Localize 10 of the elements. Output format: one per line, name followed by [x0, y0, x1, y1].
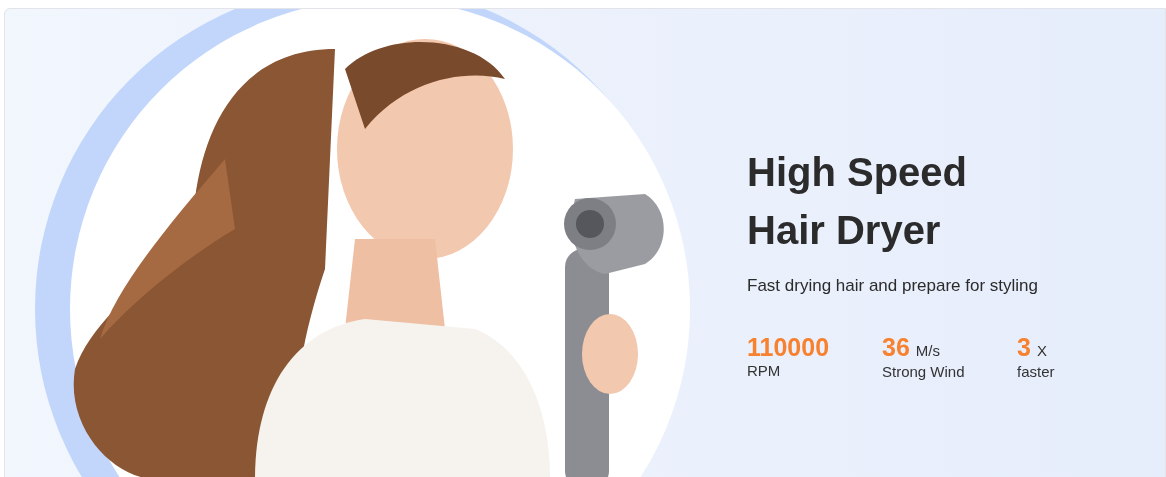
stat-label: Strong Wind	[882, 362, 966, 382]
stat-label: RPM	[747, 360, 782, 381]
banner-title: High Speed Hair Dryer	[747, 149, 969, 254]
stat-value: 3	[1017, 332, 1031, 361]
stat-value: 110000	[747, 332, 830, 361]
stat-unit: M/s	[915, 340, 940, 361]
stat-unit: X	[1036, 340, 1047, 361]
banner-subtitle: Fast drying hair and prepare for styling	[747, 275, 1040, 297]
stat-label: faster	[1017, 362, 1056, 382]
stat-value: 36	[882, 332, 910, 361]
